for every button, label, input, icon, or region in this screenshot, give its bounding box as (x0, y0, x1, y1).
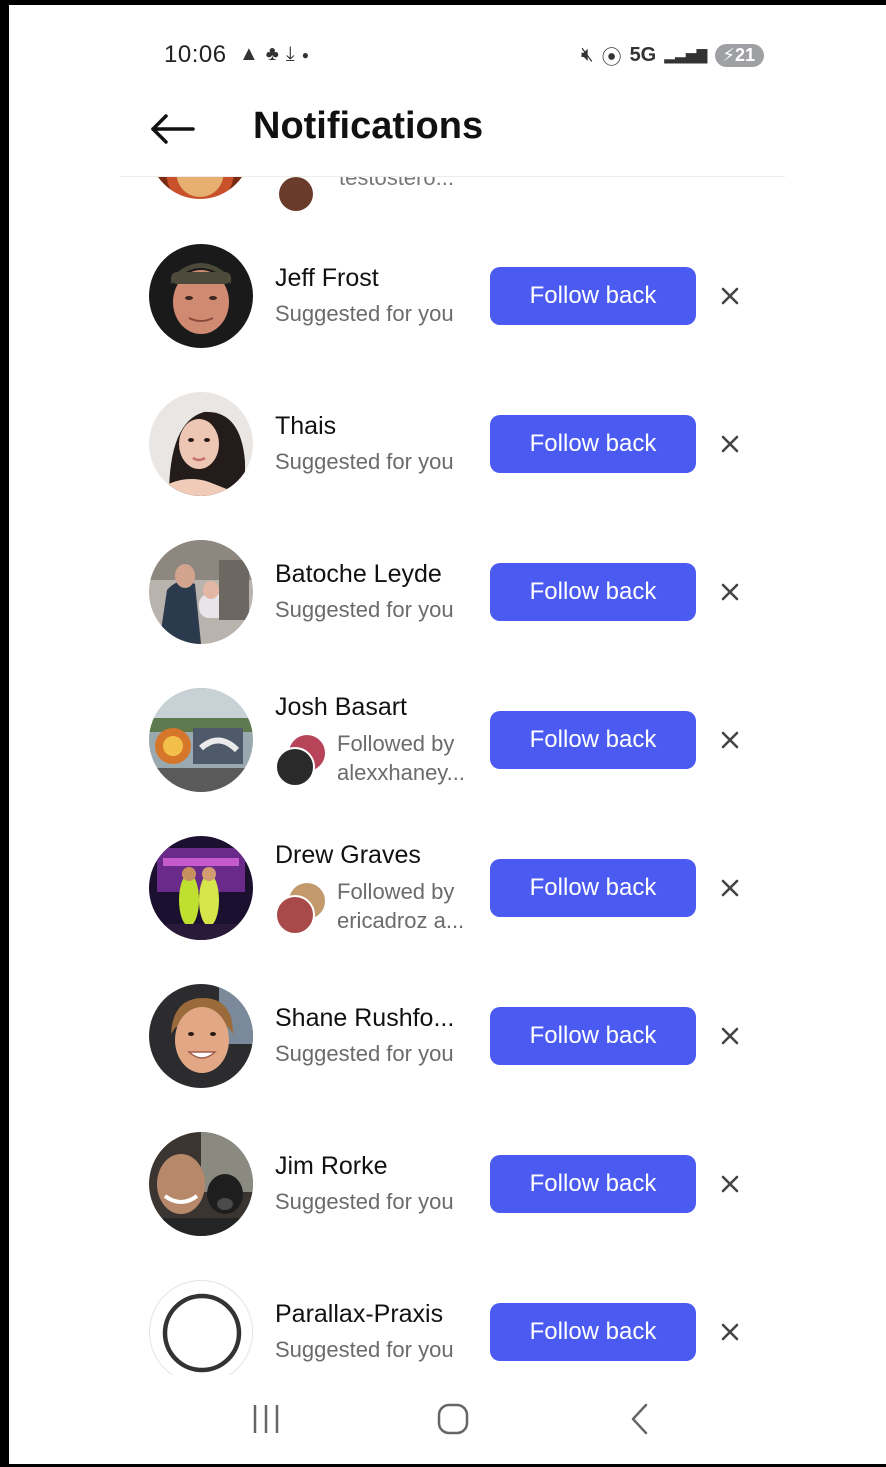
partial-text: testostero... (339, 177, 454, 190)
avatar[interactable] (149, 836, 253, 940)
close-icon (721, 1323, 739, 1341)
followed-by-label: Followed by (337, 731, 455, 756)
header: Notifications (9, 95, 886, 175)
follow-back-button[interactable]: Follow back (490, 415, 696, 473)
location-icon: ⦿ (601, 47, 622, 69)
list-item[interactable]: Shane Rushfo... Suggested for you Follow… (9, 984, 886, 1132)
status-time: 10:06 (164, 41, 227, 68)
close-icon (721, 731, 739, 749)
list-item[interactable]: Jim Rorke Suggested for you Follow back (9, 1132, 886, 1280)
list-item[interactable]: Josh Basart Followed by alexxhaney... Fo… (9, 688, 886, 836)
signal-icon: ▂▃▅▇ (664, 47, 708, 63)
dismiss-button[interactable] (715, 429, 745, 459)
close-icon (721, 1175, 739, 1193)
page-title: Notifications (253, 105, 484, 147)
snapchat-icon: ♣ (265, 43, 279, 65)
avatar[interactable] (149, 984, 253, 1088)
mutual-avatar (279, 177, 313, 211)
mutual-avatar (275, 895, 315, 935)
user-name[interactable]: Batoche Leyde (275, 560, 442, 589)
notification-list[interactable]: testostero... Jeff Frost Suggested for y… (9, 177, 886, 1375)
avatar[interactable] (149, 540, 253, 644)
followed-by-names: ericadroz a... (337, 908, 465, 933)
subtitle: Suggested for you (275, 597, 454, 622)
download-icon: ⤓ (285, 43, 295, 65)
followed-by-text: Followed by ericadroz a... (337, 877, 464, 935)
mutual-avatars (275, 733, 335, 793)
follow-back-button[interactable]: Follow back (490, 1007, 696, 1065)
list-item[interactable]: Jeff Frost Suggested for you Follow back (9, 244, 886, 392)
dot-icon: ● (301, 47, 310, 62)
follow-back-button[interactable]: Follow back (490, 1155, 696, 1213)
user-name[interactable]: Parallax-Praxis (275, 1300, 443, 1329)
avatar[interactable] (149, 1132, 253, 1236)
home-icon (437, 1403, 469, 1435)
subtitle: Suggested for you (275, 1041, 454, 1066)
user-name[interactable]: Shane Rushfo... (275, 1004, 454, 1033)
user-name[interactable]: Thais (275, 412, 336, 441)
phone-screen: 10:06 ▲ ♣ ⤓ ● 🔇︎ ⦿ 5G ▂▃▅▇ ⚡21 Notificat… (0, 0, 886, 1467)
avatar[interactable] (149, 688, 253, 792)
followed-by-names: alexxhaney... (337, 760, 466, 785)
mutual-avatars (275, 881, 335, 941)
dismiss-button[interactable] (715, 1169, 745, 1199)
followed-by-text: Followed by alexxhaney... (337, 729, 465, 787)
avatar[interactable] (149, 392, 253, 496)
navigation-bar (9, 1385, 886, 1455)
status-right: 🔇︎ ⦿ 5G ▂▃▅▇ ⚡21 (581, 41, 764, 70)
avatar[interactable] (149, 177, 251, 199)
list-item[interactable]: Parallax-Praxis Suggested for you Follow… (9, 1280, 886, 1375)
user-name[interactable]: Jim Rorke (275, 1152, 388, 1181)
subtitle: Suggested for you (275, 1189, 454, 1214)
network-label: 5G (629, 44, 657, 66)
dismiss-button[interactable] (715, 281, 745, 311)
warning-icon: ▲ (239, 43, 259, 65)
list-item[interactable]: Drew Graves Followed by ericadroz a... F… (9, 836, 886, 984)
avatar[interactable] (149, 1280, 253, 1375)
dismiss-button[interactable] (715, 577, 745, 607)
back-nav-button[interactable] (615, 1399, 665, 1439)
list-item-partial[interactable]: testostero... (9, 177, 886, 211)
chevron-left-icon (631, 1403, 648, 1435)
follow-back-button[interactable]: Follow back (490, 859, 696, 917)
user-name[interactable]: Josh Basart (275, 693, 407, 722)
status-left-icons: ▲ ♣ ⤓ ● (239, 43, 309, 66)
battery-icon: ⚡21 (715, 44, 764, 67)
follow-back-button[interactable]: Follow back (490, 711, 696, 769)
user-name[interactable]: Drew Graves (275, 841, 421, 870)
close-icon (721, 879, 739, 897)
close-icon (721, 287, 739, 305)
recent-apps-button[interactable] (241, 1399, 291, 1439)
close-icon (721, 583, 739, 601)
status-bar: 10:06 ▲ ♣ ⤓ ● 🔇︎ ⦿ 5G ▂▃▅▇ ⚡21 (164, 41, 764, 71)
subtitle: Suggested for you (275, 449, 454, 474)
dismiss-button[interactable] (715, 725, 745, 755)
avatar[interactable] (149, 244, 253, 348)
subtitle: Suggested for you (275, 301, 454, 326)
followed-by-label: Followed by (337, 879, 455, 904)
close-icon (721, 1027, 739, 1045)
mutual-avatar (275, 747, 315, 787)
follow-back-button[interactable]: Follow back (490, 563, 696, 621)
arrow-left-icon (151, 114, 195, 144)
home-button[interactable] (428, 1399, 478, 1439)
battery-level: 21 (734, 45, 755, 65)
user-name[interactable]: Jeff Frost (275, 264, 379, 293)
dismiss-button[interactable] (715, 873, 745, 903)
dismiss-button[interactable] (715, 1021, 745, 1051)
subtitle: Suggested for you (275, 1337, 454, 1362)
follow-back-button[interactable]: Follow back (490, 267, 696, 325)
back-button[interactable] (147, 107, 197, 151)
recent-apps-icon (253, 1405, 279, 1433)
list-item[interactable]: Batoche Leyde Suggested for you Follow b… (9, 540, 886, 688)
dismiss-button[interactable] (715, 1317, 745, 1347)
list-item[interactable]: Thais Suggested for you Follow back (9, 392, 886, 540)
mute-icon: 🔇︎ (580, 44, 594, 66)
follow-back-button[interactable]: Follow back (490, 1303, 696, 1361)
close-icon (721, 435, 739, 453)
